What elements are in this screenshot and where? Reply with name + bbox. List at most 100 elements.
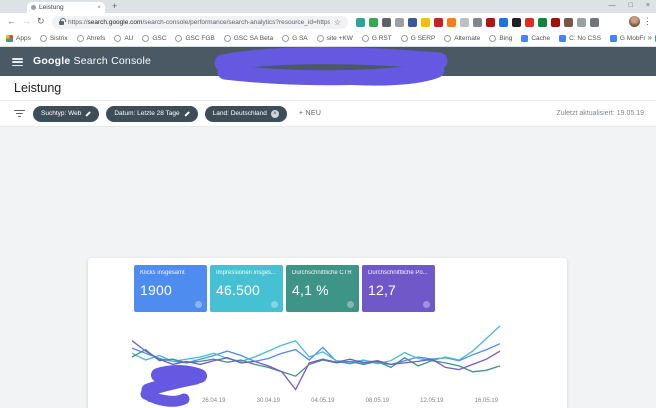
remove-icon[interactable]: × xyxy=(271,110,279,118)
tab-title: Leistung xyxy=(39,4,94,11)
bookmark-item[interactable]: G SERP xyxy=(401,35,436,42)
extension-icon[interactable] xyxy=(590,18,599,27)
extension-icon[interactable] xyxy=(395,18,404,27)
extension-icon[interactable] xyxy=(499,18,508,27)
bookmark-label: G RST xyxy=(372,35,392,42)
new-filter-button[interactable]: + NEU xyxy=(299,110,321,117)
extension-icon[interactable] xyxy=(525,18,534,27)
extension-icon[interactable] xyxy=(408,18,417,27)
metric-card[interactable]: Klicks insgesamt1900 xyxy=(134,265,207,312)
extension-icon[interactable] xyxy=(421,18,430,27)
bookmark-item[interactable]: GSC FGB xyxy=(175,35,214,42)
extension-icon[interactable] xyxy=(434,18,443,27)
back-button[interactable]: ← xyxy=(7,16,16,26)
edit-icon[interactable] xyxy=(184,111,189,116)
extension-icon[interactable] xyxy=(551,18,560,27)
browser-profile-avatar[interactable] xyxy=(629,16,640,27)
bookmarks-bar: Apps Sistrix Ahrefs AU GSC GSC FGB GSC SA Beta… xyxy=(0,31,656,47)
edit-icon[interactable] xyxy=(86,111,91,116)
globe-icon xyxy=(224,35,231,42)
bookmark-item[interactable]: C: No CSS xyxy=(559,35,601,42)
bookmark-item[interactable]: Ahrefs xyxy=(77,35,106,42)
globe-icon xyxy=(282,35,289,42)
metric-value: 46.500 xyxy=(216,282,277,298)
metric-card[interactable]: Durchschnittliche Po... 12,7 xyxy=(362,265,435,312)
bookmark-item[interactable]: GSC SA Beta xyxy=(224,35,273,42)
metric-card[interactable]: Impressionen insges... 46.500 xyxy=(210,265,283,312)
browser-tab[interactable]: Leistung × xyxy=(27,2,105,13)
bookmark-item[interactable]: Apps xyxy=(6,35,31,42)
metric-label: Klicks insgesamt xyxy=(140,270,201,276)
address-bar[interactable]: https://search.google.com/search-console… xyxy=(52,16,348,29)
globe-icon xyxy=(489,35,496,42)
bookmark-label: G SERP xyxy=(411,35,436,42)
extension-icon[interactable] xyxy=(577,18,586,27)
extension-icon[interactable] xyxy=(382,18,391,27)
apps-grid-icon xyxy=(6,35,13,42)
extension-icon[interactable] xyxy=(564,18,573,27)
tab-close-icon[interactable]: × xyxy=(97,5,101,11)
filter-chip[interactable]: Datum: Letzte 28 Tage xyxy=(106,106,197,122)
browser-menu-icon[interactable]: ⋮ xyxy=(643,16,652,27)
globe-icon xyxy=(114,35,121,42)
url-text: https://search.google.com/search-console… xyxy=(68,19,330,26)
bookmark-item[interactable]: Cache xyxy=(521,35,550,42)
hamburger-menu-icon[interactable] xyxy=(12,58,23,66)
browser-titlebar: Leistung × + — □ × xyxy=(0,0,656,13)
extension-icon[interactable] xyxy=(486,18,495,27)
extension-icon[interactable] xyxy=(538,18,547,27)
bookmarks-overflow-icon[interactable]: » xyxy=(648,33,652,42)
filter-chip[interactable]: Suchtyp: Web xyxy=(33,106,99,122)
last-updated-label: Zuletzt aktualisiert: 19.05.19 xyxy=(556,110,644,117)
globe-icon xyxy=(317,35,324,42)
bookmark-item[interactable]: G RST xyxy=(362,35,392,42)
metric-cards: Klicks insgesamt1900Impressionen insges.… xyxy=(134,265,435,312)
extension-icon[interactable] xyxy=(473,18,482,27)
bookmark-label: Alternate xyxy=(454,35,480,42)
metric-label: Durchschnittliche CTR xyxy=(292,270,353,276)
bookmark-item[interactable]: AU xyxy=(114,35,133,42)
globe-icon xyxy=(362,35,369,42)
filter-chip[interactable]: Land: Deutschland× xyxy=(205,106,287,122)
bookmark-label: site +KW xyxy=(327,35,353,42)
globe-icon xyxy=(40,35,47,42)
filter-icon xyxy=(14,110,25,118)
close-button[interactable]: × xyxy=(646,0,650,12)
product-logo[interactable]: Google Search Console xyxy=(33,55,151,67)
extension-icon[interactable] xyxy=(512,18,521,27)
bookmark-item[interactable]: Alternate xyxy=(444,35,480,42)
window-controls: — □ × xyxy=(609,0,650,12)
metric-card[interactable]: Durchschnittliche CTR4,1 % xyxy=(286,265,359,312)
metric-value: 12,7 xyxy=(368,282,429,298)
bookmark-label: Bing xyxy=(499,35,512,42)
new-tab-button[interactable]: + xyxy=(112,1,117,11)
minimize-button[interactable]: — xyxy=(609,0,616,12)
globe-icon xyxy=(444,35,451,42)
metric-label: Durchschnittliche Po... xyxy=(368,270,429,276)
bookmark-item[interactable]: G MobFr xyxy=(610,35,646,42)
filter-chips: Suchtyp: Web Datum: Letzte 28 Tage Land: D… xyxy=(33,106,287,122)
bookmark-item[interactable]: site +KW xyxy=(317,35,353,42)
info-icon xyxy=(347,301,354,308)
extension-icon[interactable] xyxy=(356,18,365,27)
bookmark-item[interactable]: Sistrix xyxy=(40,35,68,42)
bookmark-label: G SA xyxy=(292,35,308,42)
lock-icon xyxy=(59,21,64,25)
bookmark-item[interactable]: GSC xyxy=(142,35,166,42)
metric-label: Impressionen insges... xyxy=(216,270,277,276)
bookmark-item[interactable]: G SA xyxy=(282,35,308,42)
bookmark-star-icon[interactable]: ☆ xyxy=(334,18,341,27)
bookmark-label: Sistrix xyxy=(50,35,68,42)
axis-tick-label: 08.05.19 xyxy=(366,398,389,404)
bookmark-item[interactable]: Bing xyxy=(489,35,512,42)
blue-square-icon xyxy=(559,35,566,42)
blue-square-icon xyxy=(610,35,617,42)
maximize-button[interactable]: □ xyxy=(629,0,633,12)
extension-icon[interactable] xyxy=(369,18,378,27)
extension-icon[interactable] xyxy=(447,18,456,27)
globe-icon xyxy=(142,35,149,42)
globe-icon xyxy=(175,35,182,42)
info-icon xyxy=(271,301,278,308)
extension-icon[interactable] xyxy=(460,18,469,27)
reload-button[interactable]: ↻ xyxy=(37,16,45,27)
